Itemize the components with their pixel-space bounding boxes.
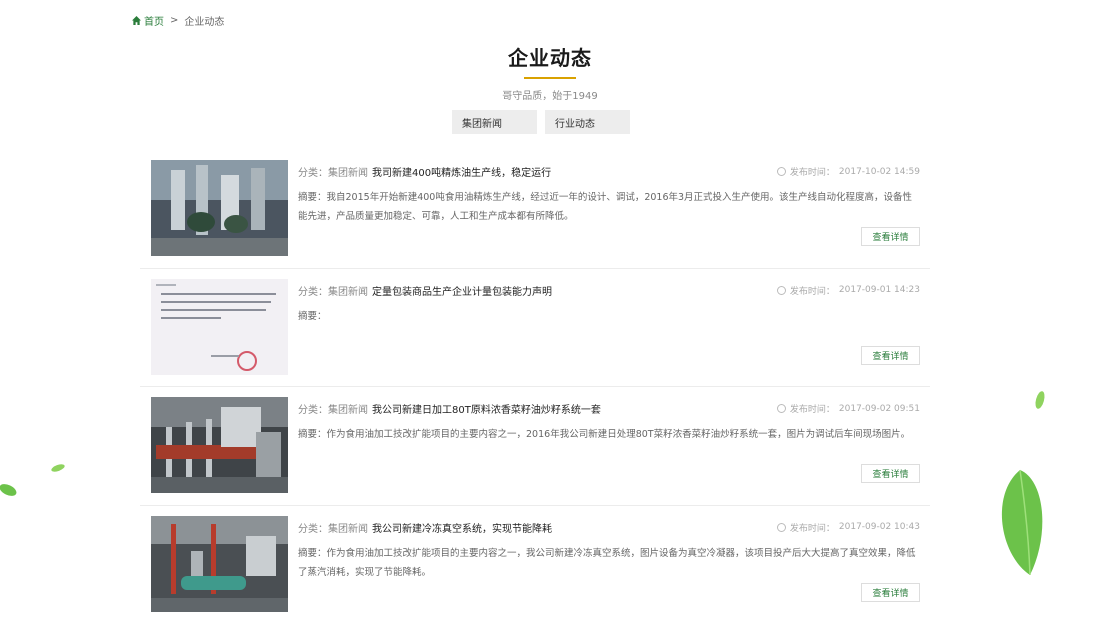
news-date: 2017-09-02 09:51 [838,403,920,414]
news-category: 集团新闻 [328,405,368,416]
tab-group-news[interactable]: 集团新闻 [452,110,537,134]
date-prefix: 发布时间： [789,286,835,297]
title-underline [524,77,576,79]
news-category: 集团新闻 [328,523,368,535]
view-details-button[interactable]: 查看详情 [861,227,920,246]
news-summary: 摘要： [298,307,920,326]
home-icon [132,16,141,25]
news-thumbnail-image[interactable] [151,515,288,612]
date-prefix: 发布时间： [789,405,835,415]
leaf-decoration-right [1001,391,1045,576]
news-category: 集团新闻 [328,168,368,179]
summary-text: 作为食用油加工技改扩能项目的主要内容之一，我公司新建冷冻真空系统，图片设备为真空… [298,547,916,578]
summary-prefix: 摘要： [298,429,327,440]
view-details-button[interactable]: 查看详情 [861,464,920,483]
news-item: 分类：集团新闻 我公司新建冷冻真空系统，实现节能降耗 发布时间： 2017-09-0… [140,506,930,618]
news-item: 分类：集团新闻 我司新建400吨精炼油生产线，稳定运行 发布时间： 2017-10-… [140,150,930,269]
breadcrumb-home-link[interactable]: 首页 [132,13,164,28]
clock-icon [776,404,786,413]
news-thumbnail-image[interactable] [151,160,288,256]
news-date: 2017-09-01 14:23 [838,285,920,295]
news-item: 分类：集团新闻 定量包装商品生产企业计量包装能力声明 发布时间： 2017-09-0… [140,269,930,387]
summary-prefix: 摘要： [298,310,327,322]
clock-icon [776,522,786,532]
breadcrumb-home-label: 首页 [144,17,164,28]
date-prefix: 发布时间： [789,168,835,178]
news-title-link[interactable]: 我公司新建日加工80T原料浓香菜籽油炒籽系统一套 [372,405,601,416]
view-details-button[interactable]: 查看详情 [861,345,920,365]
news-thumbnail-image[interactable] [151,397,288,493]
view-details-button[interactable]: 查看详情 [861,582,920,602]
news-category-prefix: 分类： [298,523,328,535]
category-tabs: 集团新闻 行业动态 [452,110,630,134]
breadcrumb-current: 企业动态 [184,17,225,28]
news-summary: 摘要：作为食用油加工技改扩能项目的主要内容之一，我公司新建冷冻真空系统，图片设备… [298,544,920,582]
tab-industry-news[interactable]: 行业动态 [545,110,630,134]
news-item: 分类：集团新闻 我公司新建日加工80T原料浓香菜籽油炒籽系统一套 发布时间： 201… [140,387,930,506]
clock-icon [776,285,786,295]
summary-prefix: 摘要： [298,547,327,559]
page-subtitle: 哥守品质，始于1949 [502,91,598,102]
date-prefix: 发布时间： [789,523,835,534]
news-category-prefix: 分类： [298,286,328,298]
news-title-link[interactable]: 我公司新建冷冻真空系统，实现节能降耗 [372,524,552,535]
news-title-link[interactable]: 定量包装商品生产企业计量包装能力声明 [372,287,552,298]
clock-icon [776,167,786,176]
summary-prefix: 摘要： [298,192,327,203]
news-date: 2017-09-02 10:43 [838,522,920,532]
breadcrumb-separator: > [170,15,179,26]
news-summary: 摘要：我自2015年开始新建400吨食用油精炼生产线，经过近一年的设计、调试，2… [298,188,920,226]
news-title-link[interactable]: 我司新建400吨精炼油生产线，稳定运行 [372,168,551,179]
page-title: 企业动态 [508,46,592,70]
news-summary: 摘要：作为食用油加工技改扩能项目的主要内容之一，2016年我公司新建日处理80T… [298,425,920,444]
news-category: 集团新闻 [328,286,368,298]
news-date: 2017-10-02 14:59 [838,166,920,177]
news-category-prefix: 分类： [298,405,328,416]
leaf-decoration-left [0,464,65,496]
breadcrumb: 首页 > 企业动态 [132,13,224,28]
news-list: 分类：集团新闻 我司新建400吨精炼油生产线，稳定运行 发布时间： 2017-10-… [140,150,930,618]
news-thumbnail-image[interactable] [151,278,288,375]
news-category-prefix: 分类： [298,168,328,179]
summary-text: 作为食用油加工技改扩能项目的主要内容之一，2016年我公司新建日处理80T菜籽浓… [326,429,911,440]
page-heading: 企业动态 哥守品质，始于1949 [0,42,1100,102]
summary-text: 我自2015年开始新建400吨食用油精炼生产线，经过近一年的设计、调试，2016… [298,192,913,222]
